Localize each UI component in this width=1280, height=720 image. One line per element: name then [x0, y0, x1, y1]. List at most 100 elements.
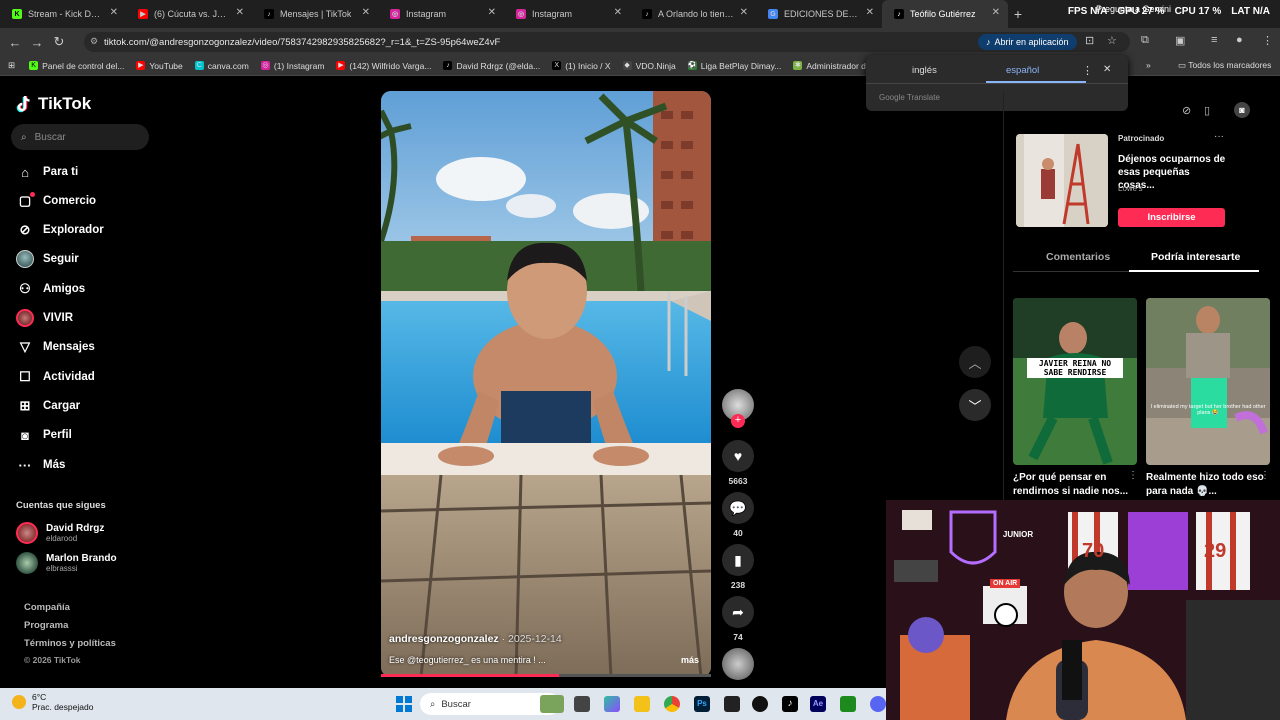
- tiktok-icon[interactable]: ♪: [782, 696, 798, 712]
- browser-tab-kick[interactable]: KStream - Kick Dashboard✕: [0, 0, 126, 28]
- video-progress-bar[interactable]: [381, 674, 711, 677]
- bookmark-tiktok[interactable]: ♪ David Rdrgz (@elda...: [443, 61, 540, 71]
- browser-tab-youtube[interactable]: ▶(6) Cúcuta vs. Junior (✕: [126, 0, 252, 28]
- close-icon[interactable]: ✕: [992, 7, 1000, 18]
- nav-mas[interactable]: ··· Más: [16, 456, 66, 474]
- caption-more-link[interactable]: más: [681, 655, 699, 665]
- profile-avatar-icon[interactable]: ◙: [1234, 102, 1250, 118]
- nav-seguir[interactable]: Seguir: [16, 250, 79, 268]
- bookmark-instagram[interactable]: ◎ (1) Instagram: [260, 61, 324, 71]
- translate-icon[interactable]: ⊡: [1085, 34, 1094, 47]
- author-avatar-button[interactable]: +: [722, 389, 754, 428]
- tab-comments[interactable]: Comentarios: [1046, 251, 1110, 263]
- lang-from-tab[interactable]: inglés: [912, 65, 937, 76]
- nav-explorador[interactable]: ⊘ Explorador: [16, 221, 104, 239]
- chrome-icon[interactable]: [664, 696, 680, 712]
- profile-avatar-icon[interactable]: ●: [1236, 34, 1243, 46]
- close-icon[interactable]: ✕: [236, 7, 244, 18]
- bookmark-canva[interactable]: Ccanva.com: [194, 61, 249, 71]
- close-icon[interactable]: ✕: [488, 7, 496, 18]
- bookmark-kick[interactable]: K Panel de control del...: [29, 61, 124, 71]
- extensions-icon[interactable]: ⧉: [1141, 34, 1149, 47]
- ad-brand[interactable]: Lowe's: [1118, 184, 1143, 193]
- bookmark-x[interactable]: X (1) Inicio / X: [552, 61, 611, 71]
- footer-link[interactable]: Programa: [24, 620, 68, 631]
- widget-landscape-icon[interactable]: [540, 695, 564, 713]
- nav-cargar[interactable]: ⊞ Cargar: [16, 397, 81, 415]
- task-view-icon[interactable]: [574, 696, 590, 712]
- music-disc-button[interactable]: [722, 648, 754, 680]
- next-video-button[interactable]: ﹀: [959, 389, 991, 421]
- nav-comercio[interactable]: ▢ Comercio: [16, 192, 96, 210]
- close-icon[interactable]: ✕: [110, 7, 118, 18]
- bookmark-betplay[interactable]: ⚽ Liga BetPlay Dimay...: [687, 61, 781, 71]
- suggested-video-caption[interactable]: ¿Por qué pensar en rendirnos si nadie no…: [1013, 471, 1131, 499]
- nav-amigos[interactable]: ⚇ Amigos: [16, 280, 85, 298]
- forward-icon[interactable]: →: [26, 35, 48, 50]
- obs-icon[interactable]: [724, 696, 740, 712]
- sidepanel-icon[interactable]: ▣: [1175, 34, 1185, 47]
- more-bookmarks-icon[interactable]: »: [1146, 60, 1151, 70]
- taskbar-search[interactable]: ⌕ Buscar: [420, 693, 560, 715]
- footer-link[interactable]: Compañía: [24, 602, 70, 613]
- options-icon[interactable]: ⋮: [1082, 64, 1093, 77]
- copilot-icon[interactable]: [604, 696, 620, 712]
- close-icon[interactable]: ✕: [1103, 64, 1111, 75]
- after-effects-icon[interactable]: Ae: [810, 696, 826, 712]
- bookmark-star-icon[interactable]: ☆: [1107, 34, 1117, 47]
- more-options-icon[interactable]: ⋮: [1128, 470, 1138, 481]
- browser-tab-instagram-2[interactable]: ◎ Instagram ✕: [504, 0, 630, 28]
- bookmark-youtube-2[interactable]: ▶ (142) Wilfrido Varga...: [336, 61, 431, 71]
- bookmark-vdo-ninja[interactable]: ◆ VDO.Ninja: [622, 61, 676, 71]
- tiktok-logo[interactable]: TikTok: [16, 94, 91, 114]
- ad-more-icon[interactable]: ···: [1214, 131, 1224, 142]
- close-icon[interactable]: ✕: [614, 7, 622, 18]
- browser-tab-ediciones[interactable]: GEDICIONES DEL BALO✕: [756, 0, 882, 28]
- close-icon[interactable]: ✕: [362, 7, 370, 18]
- weather-widget[interactable]: 6°C Prac. despejado: [12, 692, 93, 712]
- nav-vivir[interactable]: VIVIR: [16, 309, 73, 327]
- all-bookmarks-folder[interactable]: ▭ Todos los marcadores: [1178, 60, 1271, 71]
- tab-suggestions[interactable]: Podría interesarte: [1151, 251, 1240, 263]
- nav-perfil[interactable]: ◙ Perfil: [16, 426, 72, 444]
- save-button[interactable]: ▮ 238: [722, 544, 754, 590]
- suggested-video-thumbnail[interactable]: JAVIER REINA NO SABE RENDIRSE: [1013, 298, 1137, 465]
- creator-tools-icon[interactable]: ⊘: [1182, 104, 1191, 117]
- site-info-icon[interactable]: ⚙: [90, 36, 98, 47]
- address-bar[interactable]: ⚙ tiktok.com/@andresgonzogonzalez/video/…: [84, 32, 1130, 52]
- photoshop-icon[interactable]: Ps: [694, 696, 710, 712]
- like-button[interactable]: ♥ 5663: [722, 440, 754, 486]
- comment-button[interactable]: 💬 40: [722, 492, 754, 538]
- file-explorer-icon[interactable]: [634, 696, 650, 712]
- obs-studio-icon[interactable]: [752, 696, 768, 712]
- share-button[interactable]: ➦ 74: [722, 596, 754, 642]
- close-icon[interactable]: ✕: [740, 7, 748, 18]
- followed-account[interactable]: Marlon Brando elbrasssi: [16, 552, 117, 574]
- browser-tab-tiktok-orlando[interactable]: ♪ A Orlando lo tienen p ✕: [630, 0, 756, 28]
- reload-icon[interactable]: ↻: [48, 34, 70, 50]
- video-player[interactable]: [381, 91, 711, 677]
- nav-para-ti[interactable]: ⌂ Para ti: [16, 163, 78, 181]
- nav-actividad[interactable]: ☐ Actividad: [16, 368, 95, 386]
- video-author[interactable]: andresgonzogonzalez · 2025-12-14: [389, 633, 562, 645]
- lang-to-tab[interactable]: español: [1006, 65, 1039, 76]
- new-tab-button[interactable]: +: [1008, 6, 1028, 22]
- browser-tab-active[interactable]: ♪ Teófilo Gutiérrez ✕: [882, 0, 1008, 28]
- nvidia-icon[interactable]: [840, 696, 856, 712]
- ad-thumbnail[interactable]: [1016, 134, 1108, 227]
- media-icon[interactable]: ≡: [1211, 34, 1217, 46]
- search-input[interactable]: ⌕ Buscar: [11, 124, 149, 150]
- subscribe-button[interactable]: Inscribirse: [1118, 208, 1225, 227]
- followed-account[interactable]: David Rdrgz eldarood: [16, 522, 104, 544]
- follow-plus-icon[interactable]: +: [731, 414, 745, 428]
- discord-icon[interactable]: [870, 696, 886, 712]
- close-icon[interactable]: ✕: [866, 7, 874, 18]
- suggested-video-caption[interactable]: Realmente hizo todo eso para nada 💀...: [1146, 471, 1264, 499]
- device-icon[interactable]: ▯: [1204, 104, 1210, 117]
- open-in-app-button[interactable]: ♪ Abrir en aplicación: [978, 34, 1077, 50]
- previous-video-button[interactable]: ︿: [959, 346, 991, 378]
- browser-tab-instagram[interactable]: ◎ Instagram ✕: [378, 0, 504, 28]
- bookmark-youtube[interactable]: ▶ YouTube: [136, 61, 183, 71]
- footer-link[interactable]: Términos y políticas: [24, 638, 116, 649]
- browser-tab-tiktok-messages[interactable]: ♪ Mensajes | TikTok ✕: [252, 0, 378, 28]
